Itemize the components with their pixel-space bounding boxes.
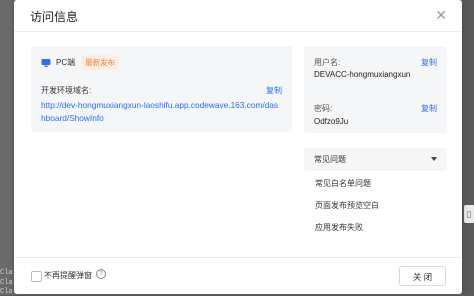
platform-label: PC端 bbox=[56, 58, 76, 67]
access-info-dialog: 访问信息 ✕ PC端 最新发布 开发环境域名: 复制 http://dev-ho… bbox=[14, 0, 462, 294]
latest-release-badge: 最新发布 bbox=[81, 55, 120, 70]
faq-title: 常见问题 bbox=[314, 155, 346, 164]
faq-item[interactable]: 应用发布失败 bbox=[315, 222, 363, 233]
dont-remind-checkbox[interactable] bbox=[31, 271, 42, 282]
dialog-title: 访问信息 bbox=[30, 10, 79, 24]
monitor-icon bbox=[41, 58, 51, 67]
platform-row: PC端 最新发布 bbox=[41, 55, 120, 70]
faq-dropdown[interactable]: 常见问题 bbox=[304, 148, 447, 171]
faq-item[interactable]: 常见白名单问题 bbox=[315, 178, 371, 189]
copy-domain-button[interactable]: 复制 bbox=[266, 85, 282, 96]
dont-remind-label: 不再提醒弹窗 bbox=[44, 271, 92, 280]
faq-item[interactable]: 页面发布预览空白 bbox=[315, 200, 379, 211]
credentials-card: 用户名: 复制 DEVACC-hongmuxiangxun 密码: 复制 Odf… bbox=[304, 46, 447, 133]
backdrop-text-line: Cla bbox=[0, 279, 13, 287]
help-icon[interactable]: ? bbox=[96, 269, 106, 279]
close-button[interactable]: 关 闭 bbox=[399, 266, 446, 286]
dialog-footer: 不再提醒弹窗 ? 关 闭 bbox=[14, 257, 462, 295]
domain-label: 开发环境域名: bbox=[41, 86, 92, 95]
domain-link[interactable]: http://dev-hongmuxiangxun-laoshifu.app.c… bbox=[41, 99, 281, 125]
password-label: 密码: bbox=[314, 104, 333, 113]
backdrop-text-line: Cla bbox=[0, 269, 13, 277]
app-access-card: PC端 最新发布 开发环境域名: 复制 http://dev-hongmuxia… bbox=[31, 46, 292, 132]
username-label: 用户名: bbox=[314, 58, 341, 67]
backdrop-right-edge bbox=[462, 0, 474, 295]
password-value: Odfzo9Ju bbox=[314, 117, 349, 126]
copy-password-button[interactable]: 复制 bbox=[421, 103, 437, 114]
close-icon[interactable]: ✕ bbox=[435, 7, 447, 24]
dialog-header: 访问信息 ✕ bbox=[14, 0, 462, 32]
copy-username-button[interactable]: 复制 bbox=[421, 57, 437, 68]
caret-down-icon bbox=[431, 157, 437, 161]
username-value: DEVACC-hongmuxiangxun bbox=[314, 70, 411, 79]
backdrop-side-button[interactable]: ▯ bbox=[464, 205, 474, 223]
